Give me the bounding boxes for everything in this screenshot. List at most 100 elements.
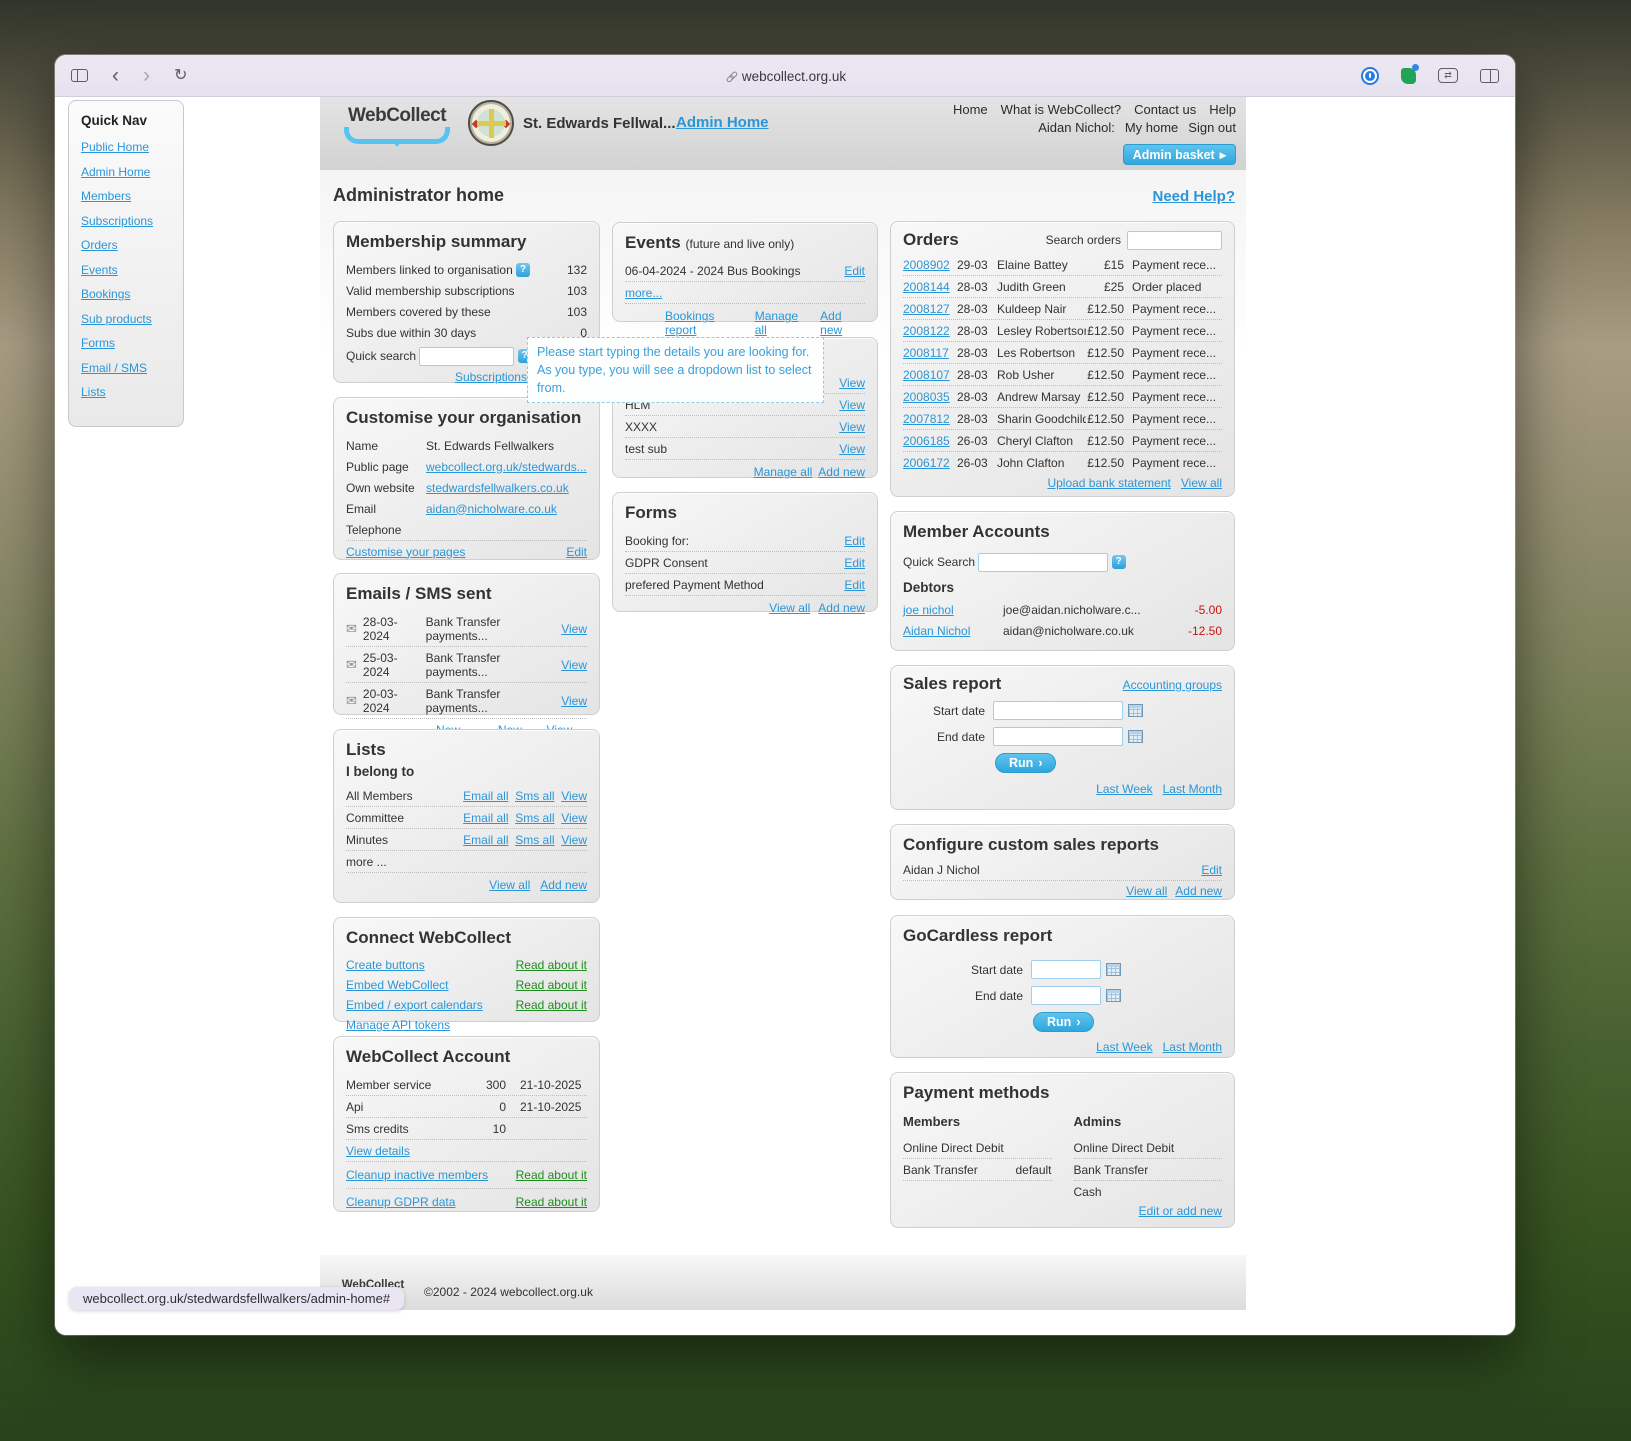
sidebar-item-events[interactable]: Events (81, 263, 171, 277)
last-month-link[interactable]: Last Month (1163, 1040, 1222, 1054)
last-week-link[interactable]: Last Week (1096, 782, 1152, 796)
calendar-icon[interactable] (1128, 704, 1143, 717)
email-all-link[interactable]: Email all (463, 811, 508, 825)
lists-more[interactable]: more ... (346, 855, 387, 869)
nav-help[interactable]: Help (1209, 102, 1236, 117)
read-about-it-link[interactable]: Read about it (516, 998, 587, 1012)
create-buttons-link[interactable]: Create buttons (346, 958, 425, 972)
order-id-link[interactable]: 2008902 (903, 258, 957, 272)
calendar-icon[interactable] (1106, 963, 1121, 976)
view-link[interactable]: View (561, 833, 587, 847)
sales-end-date-input[interactable] (993, 727, 1123, 746)
view-all-link[interactable]: View all (489, 878, 530, 892)
view-link[interactable]: View (839, 398, 865, 412)
forward-icon[interactable]: › (143, 65, 150, 86)
help-icon[interactable]: ? (1112, 555, 1126, 569)
gocardless-end-date-input[interactable] (1031, 986, 1101, 1005)
order-id-link[interactable]: 2006172 (903, 456, 957, 470)
events-more-link[interactable]: more... (625, 286, 662, 300)
add-new-link[interactable]: Add new (818, 465, 865, 479)
view-link[interactable]: View (561, 622, 587, 636)
view-link[interactable]: View (839, 420, 865, 434)
url-text[interactable]: webcollect.org.uk (742, 69, 846, 84)
tab-overview-icon[interactable] (1480, 69, 1499, 83)
add-new-link[interactable]: Add new (820, 309, 865, 337)
view-link[interactable]: View (839, 442, 865, 456)
view-link[interactable]: View (561, 694, 587, 708)
manage-all-link[interactable]: Manage all (755, 309, 811, 337)
order-id-link[interactable]: 2008127 (903, 302, 957, 316)
view-all-link[interactable]: View all (1181, 476, 1222, 490)
sidebar-item-email-sms[interactable]: Email / SMS (81, 361, 171, 375)
calendar-icon[interactable] (1128, 730, 1143, 743)
debtor-name-link[interactable]: joe nichol (903, 603, 1003, 617)
view-link[interactable]: View (561, 789, 587, 803)
order-id-link[interactable]: 2008122 (903, 324, 957, 338)
reload-icon[interactable]: ↻ (174, 68, 187, 84)
customise-pages-link[interactable]: Customise your pages (346, 545, 465, 559)
onepassword-extension-icon[interactable] (1361, 67, 1379, 85)
read-about-it-link[interactable]: Read about it (516, 978, 587, 992)
quick-search-input[interactable] (419, 347, 514, 366)
my-home-link[interactable]: My home (1125, 120, 1178, 135)
sidebar-item-orders[interactable]: Orders (81, 238, 171, 252)
order-id-link[interactable]: 2007812 (903, 412, 957, 426)
edit-link[interactable]: Edit (844, 534, 865, 548)
email-link[interactable]: aidan@nicholware.co.uk (426, 502, 557, 516)
extensions-icon[interactable]: ⇄ (1438, 68, 1458, 83)
calendar-icon[interactable] (1106, 989, 1121, 1002)
debtor-name-link[interactable]: Aidan Nichol (903, 624, 1003, 638)
upload-bank-statement-link[interactable]: Upload bank statement (1047, 476, 1170, 490)
member-quick-search-input[interactable] (978, 553, 1108, 572)
run-button[interactable]: Run› (995, 753, 1056, 773)
own-website-link[interactable]: stedwardsfellwalkers.co.uk (426, 481, 569, 495)
nav-what-is-webcollect[interactable]: What is WebCollect? (1001, 102, 1121, 117)
last-month-link[interactable]: Last Month (1163, 782, 1222, 796)
order-id-link[interactable]: 2008035 (903, 390, 957, 404)
manage-api-tokens-link[interactable]: Manage API tokens (346, 1018, 450, 1032)
sidebar-item-lists[interactable]: Lists (81, 385, 171, 399)
order-id-link[interactable]: 2008144 (903, 280, 957, 294)
edit-or-add-new-link[interactable]: Edit or add new (1139, 1204, 1222, 1218)
edit-link[interactable]: Edit (844, 578, 865, 592)
view-link[interactable]: View (839, 376, 865, 390)
admin-home-link[interactable]: Admin Home (676, 114, 769, 131)
last-week-link[interactable]: Last Week (1096, 1040, 1152, 1054)
accounting-groups-link[interactable]: Accounting groups (1123, 678, 1222, 692)
sidebar-item-sub-products[interactable]: Sub products (81, 312, 171, 326)
evernote-extension-icon[interactable] (1401, 68, 1416, 84)
sms-all-link[interactable]: Sms all (515, 811, 554, 825)
need-help-link[interactable]: Need Help? (1152, 188, 1235, 205)
sidebar-item-public-home[interactable]: Public Home (81, 140, 171, 154)
subscriptions-link[interactable]: Subscriptions (455, 370, 527, 384)
sidebar-item-members[interactable]: Members (81, 189, 171, 203)
order-id-link[interactable]: 2006185 (903, 434, 957, 448)
view-all-link[interactable]: View all (1126, 884, 1167, 898)
admin-basket-button[interactable]: Admin basket ▸ (1123, 144, 1236, 165)
run-button[interactable]: Run› (1033, 1012, 1094, 1032)
help-icon[interactable]: ? (516, 263, 530, 277)
cleanup-gdpr-data-link[interactable]: Cleanup GDPR data (346, 1195, 455, 1209)
embed-export-calendars-link[interactable]: Embed / export calendars (346, 998, 483, 1012)
add-new-link[interactable]: Add new (540, 878, 587, 892)
sms-all-link[interactable]: Sms all (515, 789, 554, 803)
sidebar-item-subscriptions[interactable]: Subscriptions (81, 214, 171, 228)
sidebar-item-forms[interactable]: Forms (81, 336, 171, 350)
order-id-link[interactable]: 2008117 (903, 346, 957, 360)
nav-contact-us[interactable]: Contact us (1134, 102, 1196, 117)
sidebar-item-bookings[interactable]: Bookings (81, 287, 171, 301)
cleanup-inactive-members-link[interactable]: Cleanup inactive members (346, 1168, 488, 1182)
edit-link[interactable]: Edit (566, 545, 587, 559)
back-icon[interactable]: ‹ (112, 65, 119, 86)
edit-link[interactable]: Edit (844, 264, 865, 278)
sms-all-link[interactable]: Sms all (515, 833, 554, 847)
sales-start-date-input[interactable] (993, 701, 1123, 720)
edit-link[interactable]: Edit (844, 556, 865, 570)
email-all-link[interactable]: Email all (463, 789, 508, 803)
view-link[interactable]: View (561, 658, 587, 672)
sidebar-toggle-icon[interactable] (71, 69, 88, 82)
embed-webcollect-link[interactable]: Embed WebCollect (346, 978, 449, 992)
sidebar-item-admin-home[interactable]: Admin Home (81, 165, 171, 179)
address-bar[interactable]: webcollect.org.uk (55, 68, 1515, 84)
sign-out-link[interactable]: Sign out (1188, 120, 1236, 135)
